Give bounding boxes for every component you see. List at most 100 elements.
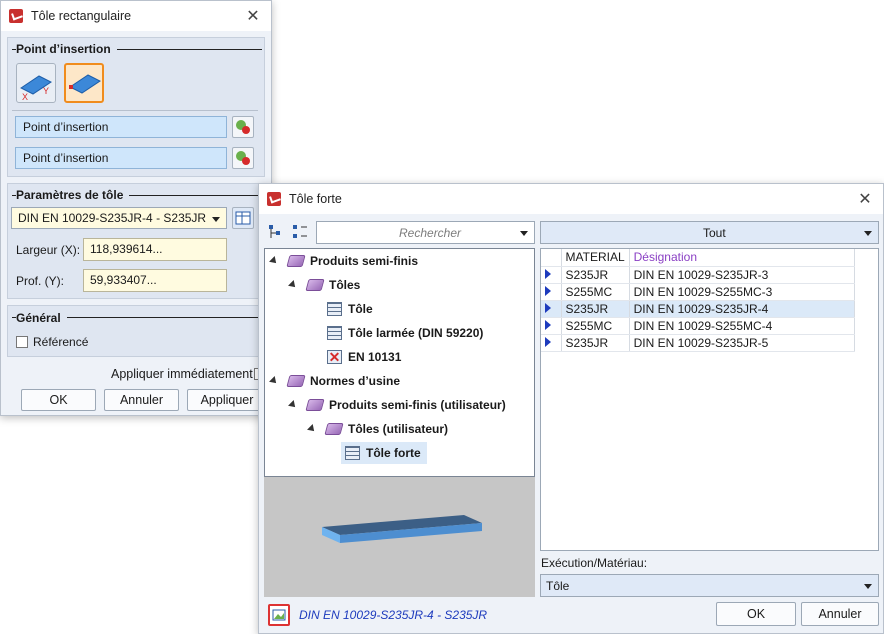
chevron-down-icon — [520, 231, 528, 236]
dialog2-title: Tôle forte — [289, 192, 342, 206]
insertion-point-field-2[interactable]: Point d’insertion — [15, 147, 227, 169]
ok-button[interactable]: OK — [716, 602, 796, 626]
designation-cell: DIN EN 10029-S255MC-4 — [629, 317, 856, 335]
material-cell: S235JR — [561, 266, 630, 284]
catalog-tree: Produits semi-finis Tôles Tôle Tôle larm… — [264, 248, 535, 477]
row-pointer-icon — [545, 319, 551, 330]
insertion-point-field-1[interactable]: Point d’insertion — [15, 116, 227, 138]
filter-combo-value: Tout — [703, 226, 726, 240]
catalog-book-icon — [324, 423, 344, 435]
insert-section: Point d’insertion X Y Point d’insertion … — [7, 37, 265, 177]
catalog-book-icon — [305, 279, 325, 291]
designation-cell: DIN EN 10029-S255MC-3 — [629, 283, 856, 301]
table-icon — [327, 302, 342, 316]
row-pointer-icon — [545, 336, 551, 347]
table-row[interactable]: S235JR DIN EN 10029-S235JR-3 — [541, 266, 856, 284]
chevron-down-icon — [212, 217, 220, 222]
ok-button[interactable]: OK — [21, 389, 96, 411]
row-pointer-icon — [545, 285, 551, 296]
expand-tree-icon — [269, 225, 280, 238]
tree-node-normes-usine[interactable]: Normes d’usine — [269, 370, 400, 392]
tree-node-toles-utilisateur[interactable]: Tôles (utilisateur) — [307, 418, 448, 440]
designation-cell: DIN EN 10029-S235JR-5 — [629, 334, 856, 352]
referenced-label: Référencé — [33, 335, 89, 349]
expand-all-button[interactable] — [267, 222, 287, 242]
insertion-mode-point-button[interactable] — [64, 63, 104, 103]
table-icon — [345, 446, 360, 460]
insert-section-title: Point d’insertion — [16, 42, 117, 56]
image-icon — [272, 609, 286, 621]
table-row[interactable]: S255MC DIN EN 10029-S255MC-4 — [541, 317, 856, 335]
execution-label: Exécution/Matériau: — [541, 556, 648, 570]
search-combo[interactable]: Rechercher — [316, 221, 535, 244]
apply-button[interactable]: Appliquer — [187, 389, 267, 411]
table-row[interactable]: S255MC DIN EN 10029-S255MC-3 — [541, 283, 856, 301]
dialog1-title: Tôle rectangulaire — [31, 9, 132, 23]
expanded-arrow-icon — [269, 376, 279, 386]
table-icon — [235, 211, 251, 225]
execution-combo[interactable]: Tôle — [540, 574, 879, 597]
catalog-book-icon — [286, 255, 306, 267]
table-row[interactable]: S235JR DIN EN 10029-S235JR-5 — [541, 334, 856, 352]
width-label: Largeur (X): — [16, 243, 81, 257]
referenced-checkbox[interactable] — [16, 336, 28, 348]
pick-point-button-2[interactable] — [232, 147, 254, 169]
close-icon[interactable]: ✕ — [855, 189, 875, 209]
expanded-arrow-icon — [288, 280, 298, 290]
tree-node-tole-larmee[interactable]: Tôle larmée (DIN 59220) — [327, 322, 483, 344]
expanded-arrow-icon — [269, 256, 279, 266]
tree-node-tole-forte[interactable]: Tôle forte — [341, 442, 427, 464]
designation-cell: DIN EN 10029-S235JR-4 — [629, 300, 856, 318]
variants-table: MATERIAL Désignation S235JR DIN EN 10029… — [541, 249, 856, 352]
tree-node-en-10131[interactable]: ✕ EN 10131 — [327, 346, 401, 368]
chevron-down-icon — [864, 584, 872, 589]
dialog1-titlebar: Tôle rectangulaire ✕ — [1, 1, 271, 31]
row-pointer-icon — [545, 302, 551, 313]
svg-text:X: X — [22, 92, 28, 102]
tree-node-produits-semi-finis[interactable]: Produits semi-finis — [269, 250, 418, 272]
designation-cell: DIN EN 10029-S235JR-3 — [629, 266, 856, 284]
tree-node-tole[interactable]: Tôle — [327, 298, 373, 320]
collapse-tree-icon — [293, 225, 307, 238]
material-cell: S255MC — [561, 283, 630, 301]
search-input[interactable]: Rechercher — [399, 226, 461, 240]
material-combo-value: DIN EN 10029-S235JR-4 - S235JR — [18, 211, 207, 225]
expanded-arrow-icon — [288, 400, 298, 410]
column-header-material[interactable]: MATERIAL — [561, 249, 630, 267]
column-header-designation[interactable]: Désignation — [629, 249, 856, 267]
pick-point-button-1[interactable] — [232, 116, 254, 138]
cancel-button[interactable]: Annuler — [801, 602, 879, 626]
pick-point-icon — [236, 120, 250, 134]
execution-combo-value: Tôle — [546, 579, 570, 593]
variants-table-container: MATERIAL Désignation S235JR DIN EN 10029… — [540, 248, 879, 551]
apply-immediately-label: Appliquer immédiatement — [111, 367, 253, 381]
width-input[interactable]: 118,939614... — [83, 238, 227, 261]
collapse-all-button[interactable] — [291, 222, 311, 242]
tree-node-produits-semi-finis-utilisateur[interactable]: Produits semi-finis (utilisateur) — [288, 394, 506, 416]
close-icon[interactable]: ✕ — [243, 6, 263, 26]
table-icon — [327, 326, 342, 340]
tree-node-toles[interactable]: Tôles — [288, 274, 360, 296]
pick-point-icon — [236, 151, 250, 165]
material-combo[interactable]: DIN EN 10029-S235JR-4 - S235JR — [11, 207, 227, 229]
insertion-mode-corner-button[interactable]: X Y — [16, 63, 56, 103]
filter-combo[interactable]: Tout — [540, 221, 879, 244]
params-section-title: Paramètres de tôle — [16, 188, 130, 202]
material-table-button[interactable] — [232, 207, 254, 229]
material-cell: S235JR — [561, 300, 630, 318]
cancel-button[interactable]: Annuler — [104, 389, 179, 411]
plate-preview-image — [322, 515, 482, 543]
dialog-tole-forte: Tôle forte ✕ Rechercher Tout Produits se… — [258, 183, 884, 634]
table-row-selected[interactable]: S235JR DIN EN 10029-S235JR-4 — [541, 300, 856, 318]
table-header-row: MATERIAL Désignation — [541, 249, 856, 267]
dialog2-titlebar: Tôle forte ✕ — [259, 184, 883, 214]
catalog-book-icon — [305, 399, 325, 411]
depth-input[interactable]: 59,933407... — [83, 269, 227, 292]
catalog-book-icon — [286, 375, 306, 387]
preview-toggle-button[interactable] — [268, 604, 290, 626]
plate-corner-icon: X Y — [20, 75, 52, 102]
depth-label: Prof. (Y): — [16, 274, 65, 288]
params-section: Paramètres de tôle DIN EN 10029-S235JR-4… — [7, 183, 265, 299]
unavailable-table-icon: ✕ — [327, 349, 342, 365]
app-icon — [267, 192, 281, 206]
